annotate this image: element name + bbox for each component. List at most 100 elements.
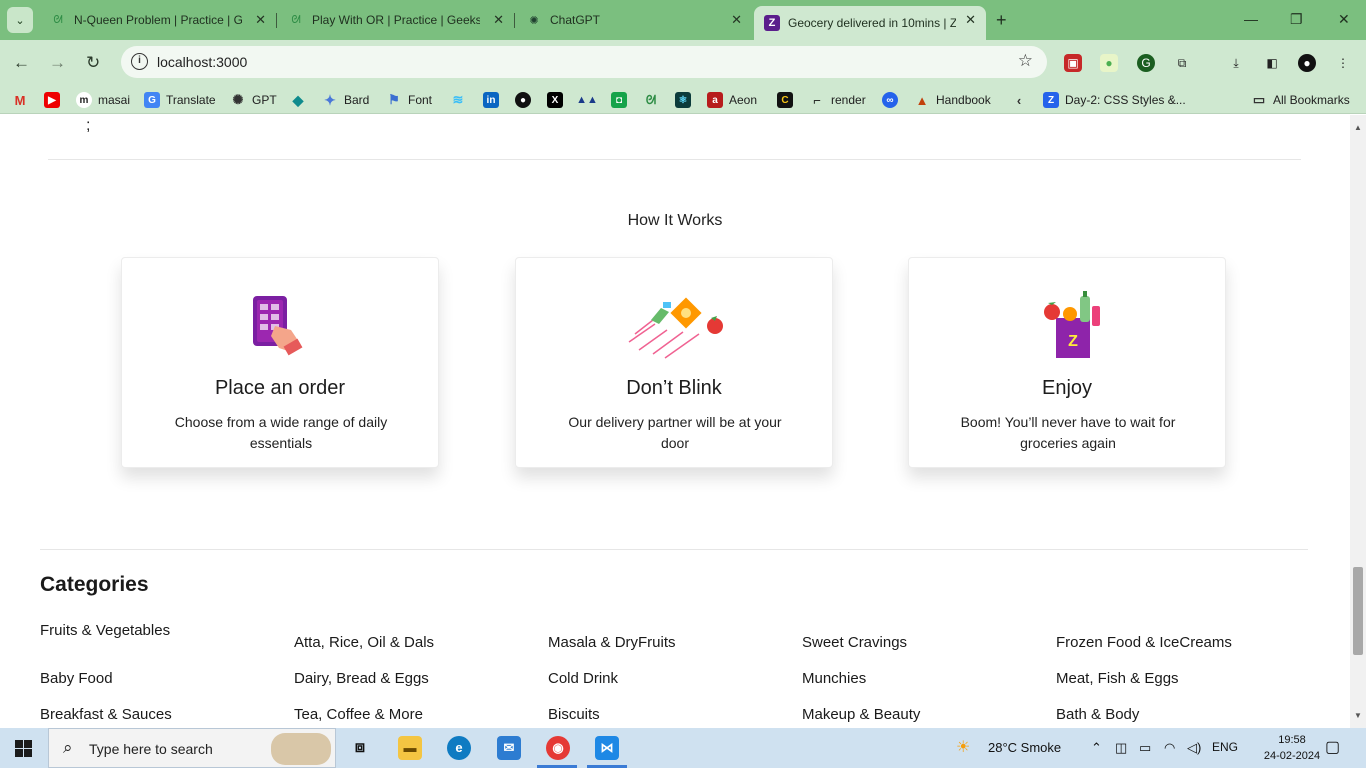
gfg-bookmark[interactable]: ᘛ (643, 92, 665, 108)
minimize-button[interactable]: — (1244, 11, 1258, 27)
card-description: Our delivery partner will be at your doo… (568, 414, 782, 451)
teal-bookmark[interactable]: ◆ (290, 92, 312, 108)
extension-icon[interactable]: ● (1100, 54, 1118, 72)
category-link[interactable]: Dairy, Bread & Eggs (294, 670, 429, 687)
category-link[interactable]: Breakfast & Sauces (40, 706, 172, 723)
category-link[interactable]: Sweet Cravings (802, 634, 907, 651)
reload-icon[interactable]: ↻ (86, 53, 100, 73)
category-link[interactable]: Munchies (802, 670, 866, 687)
battery-icon[interactable]: ▭ (1139, 740, 1151, 756)
geeksforgeeks-icon: ᘛ (291, 13, 301, 26)
tab-close-button[interactable]: ✕ (255, 12, 266, 28)
bookmark-render[interactable]: ⌐ render (809, 92, 865, 108)
category-link[interactable]: Masala & DryFruits (548, 634, 676, 651)
tab-geocery[interactable]: Z Geocery delivered in 10mins | Z ✕ (754, 6, 986, 40)
taskbar-search-box[interactable]: ⌕ Type here to search (48, 728, 336, 768)
github-bookmark[interactable]: ● (515, 92, 537, 108)
react-bookmark[interactable]: ⚛ (675, 92, 697, 108)
language-indicator[interactable]: ENG (1212, 740, 1238, 754)
category-link[interactable]: Frozen Food & IceCreams (1056, 634, 1232, 651)
category-link[interactable]: Cold Drink (548, 670, 618, 687)
bookmark-c[interactable]: C (777, 92, 799, 108)
notifications-icon[interactable]: ▢ (1325, 737, 1340, 757)
new-tab-button[interactable]: + (996, 10, 1007, 31)
tab-close-button[interactable]: ✕ (493, 12, 504, 28)
page-scrollbar[interactable]: ▲ ▼ (1350, 115, 1366, 728)
menu-kebab-icon[interactable]: ⋮ (1334, 54, 1352, 72)
chevron-up-icon[interactable]: ⌃ (1091, 740, 1102, 756)
bookmark-blue-circle[interactable]: ∞ (882, 92, 904, 108)
stray-text: ; (86, 117, 91, 134)
wifi-icon[interactable]: ◠ (1164, 740, 1175, 756)
tab-close-button[interactable]: ✕ (731, 12, 742, 28)
profile-avatar[interactable]: ● (1298, 54, 1316, 72)
bookmark-bard[interactable]: ✦ Bard (322, 92, 369, 108)
scrollbar-thumb[interactable] (1353, 567, 1363, 655)
bookmark-handbook[interactable]: ▲ Handbook (914, 92, 991, 108)
gmail-bookmark[interactable]: M (12, 92, 34, 108)
url-text[interactable]: localhost:3000 (157, 54, 247, 70)
back-arrow-icon[interactable]: ← (13, 53, 30, 73)
chrome-icon[interactable]: ◉ (546, 736, 570, 760)
bookmark-translate[interactable]: G Translate (144, 92, 216, 108)
youtube-bookmark[interactable]: ▶ (44, 92, 66, 108)
category-link[interactable]: Makeup & Beauty (802, 706, 920, 723)
site-info-icon[interactable]: i (131, 53, 148, 70)
windows-start-icon[interactable] (15, 740, 32, 757)
category-link[interactable]: Baby Food (40, 670, 113, 687)
forward-arrow-icon[interactable]: → (49, 53, 66, 73)
masai-icon: m (76, 92, 92, 108)
search-icon: ⌕ (63, 738, 73, 757)
linkedin-bookmark[interactable]: in (483, 92, 505, 108)
how-card-enjoy: Z Enjoy Boom! You’ll never have to wait … (908, 257, 1226, 468)
restore-button[interactable]: ❐ (1290, 11, 1303, 28)
category-link[interactable]: Bath & Body (1056, 706, 1139, 723)
volume-icon[interactable]: ◁) (1187, 740, 1201, 756)
extensions-puzzle-icon[interactable]: ⧉ (1173, 54, 1191, 72)
file-explorer-icon[interactable]: ▬ (398, 736, 422, 760)
category-link[interactable]: Biscuits (548, 706, 600, 723)
tab-nqueen[interactable]: ᘛ N-Queen Problem | Practice | G ✕ (40, 6, 277, 34)
bookmark-masai[interactable]: m masai (76, 92, 130, 108)
download-icon[interactable]: ⤓ (1227, 54, 1245, 72)
scroll-down-icon[interactable]: ▼ (1354, 711, 1362, 720)
tab-play-with-or[interactable]: ᘛ Play With OR | Practice | Geeksf ✕ (278, 6, 515, 34)
bookmark-star-icon[interactable]: ☆ (1018, 51, 1033, 71)
address-bar[interactable]: i localhost:3000 ☆ (121, 46, 1047, 78)
bookmark-day2-css[interactable]: Z Day-2: CSS Styles &... (1043, 92, 1186, 108)
bookmark-aeon[interactable]: a Aeon (707, 92, 757, 108)
x-bookmark[interactable]: X (547, 92, 569, 108)
extension-icon[interactable]: ▣ (1064, 54, 1082, 72)
bookmark-code[interactable]: ‹ (1011, 92, 1033, 108)
meet-icon[interactable]: ◫ (1115, 740, 1127, 756)
tab-chatgpt[interactable]: ✺ ChatGPT ✕ (516, 6, 752, 34)
tailwind-bookmark[interactable]: ≋ (450, 92, 472, 108)
tab-search-button[interactable]: ⌄ (7, 7, 33, 33)
side-panel-icon[interactable]: ◧ (1263, 54, 1281, 72)
taskbar-clock[interactable]: 19:58 24-02-2024 (1262, 732, 1322, 764)
weather-icon[interactable]: ☀ (956, 737, 970, 757)
mountain-icon: ▲▲ (576, 94, 598, 106)
tab-close-button[interactable]: ✕ (965, 12, 976, 28)
bookmark-green[interactable]: ◘ (611, 92, 633, 108)
category-link[interactable]: Fruits & Vegetables (40, 622, 170, 639)
bookmark-font[interactable]: ⚑ Font (386, 92, 432, 108)
bookmark-generic[interactable]: ▲▲ (576, 92, 601, 108)
chatgpt-icon: ✺ (529, 14, 539, 27)
category-link[interactable]: Meat, Fish & Eggs (1056, 670, 1179, 687)
geeksforgeeks-icon: ᘛ (53, 13, 63, 26)
category-link[interactable]: Tea, Coffee & More (294, 706, 423, 723)
mail-icon[interactable]: ✉ (497, 736, 521, 760)
grammarly-icon[interactable]: G (1137, 54, 1155, 72)
close-window-button[interactable]: ✕ (1338, 11, 1350, 28)
edge-icon[interactable]: e (447, 736, 471, 760)
category-link[interactable]: Atta, Rice, Oil & Dals (294, 634, 434, 651)
scroll-up-icon[interactable]: ▲ (1354, 123, 1362, 132)
bookmark-gpt[interactable]: ✺ GPT (230, 92, 277, 108)
card-description: Choose from a wide range of daily essent… (174, 414, 388, 451)
code-icon: ‹ (1016, 92, 1022, 108)
all-bookmarks[interactable]: ▭ All Bookmarks (1251, 92, 1350, 108)
weather-text[interactable]: 28°C Smoke (988, 740, 1061, 755)
vscode-icon[interactable]: ⋈ (595, 736, 619, 760)
task-view-icon[interactable]: ⧈ (348, 736, 372, 760)
